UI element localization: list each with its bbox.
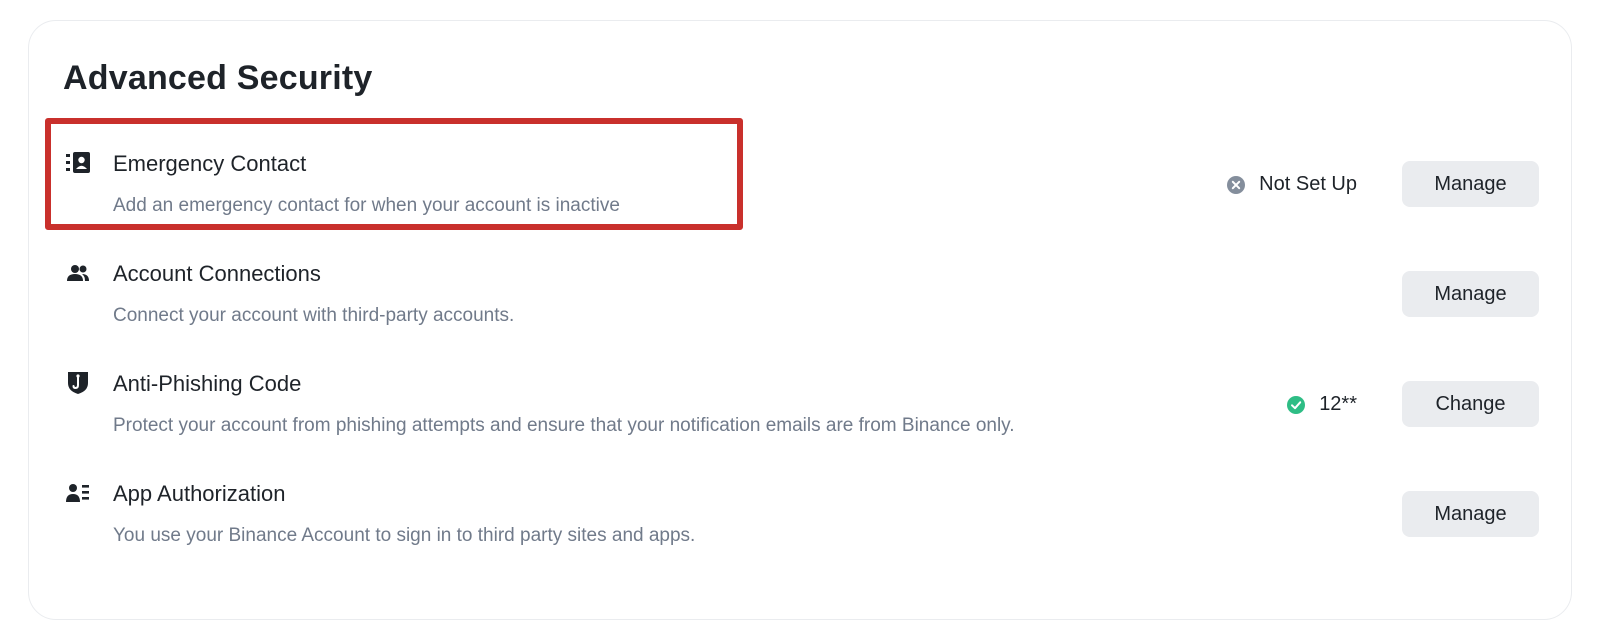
status-badge: 12** — [1287, 393, 1357, 416]
row-title: Anti-Phishing Code — [113, 371, 302, 396]
x-circle-icon — [1227, 175, 1246, 194]
status-text: Not Set Up — [1259, 173, 1357, 195]
status-text: 12** — [1319, 393, 1357, 415]
contact-book-icon — [65, 151, 91, 175]
shield-hook-icon — [65, 371, 91, 395]
manage-account-connections-button[interactable]: Manage — [1402, 271, 1539, 317]
manage-app-authorization-button[interactable]: Manage — [1402, 491, 1539, 537]
status-badge: Not Set Up — [1227, 173, 1357, 196]
row-description: You use your Binance Account to sign in … — [113, 525, 696, 546]
people-icon — [65, 261, 91, 285]
change-anti-phishing-code-button[interactable]: Change — [1402, 381, 1539, 427]
row-title: Emergency Contact — [113, 151, 307, 176]
security-row-app-authorization: App Authorization You use your Binance A… — [65, 465, 1539, 565]
row-description: Add an emergency contact for when your a… — [113, 195, 620, 216]
row-description: Protect your account from phishing attem… — [113, 415, 1015, 436]
security-row-emergency-contact: Emergency Contact Add an emergency conta… — [65, 135, 1539, 235]
row-description: Connect your account with third-party ac… — [113, 305, 515, 326]
manage-emergency-contact-button[interactable]: Manage — [1402, 161, 1539, 207]
security-row-account-connections: Account Connections Connect your account… — [65, 245, 1539, 345]
advanced-security-card: Advanced Security Emergency Contact Add … — [28, 20, 1572, 620]
row-title: App Authorization — [113, 481, 286, 506]
check-circle-icon — [1287, 395, 1306, 414]
person-list-icon — [65, 481, 91, 505]
security-row-anti-phishing-code: Anti-Phishing Code Protect your account … — [65, 355, 1539, 455]
section-title: Advanced Security — [63, 59, 373, 97]
row-title: Account Connections — [113, 261, 321, 286]
